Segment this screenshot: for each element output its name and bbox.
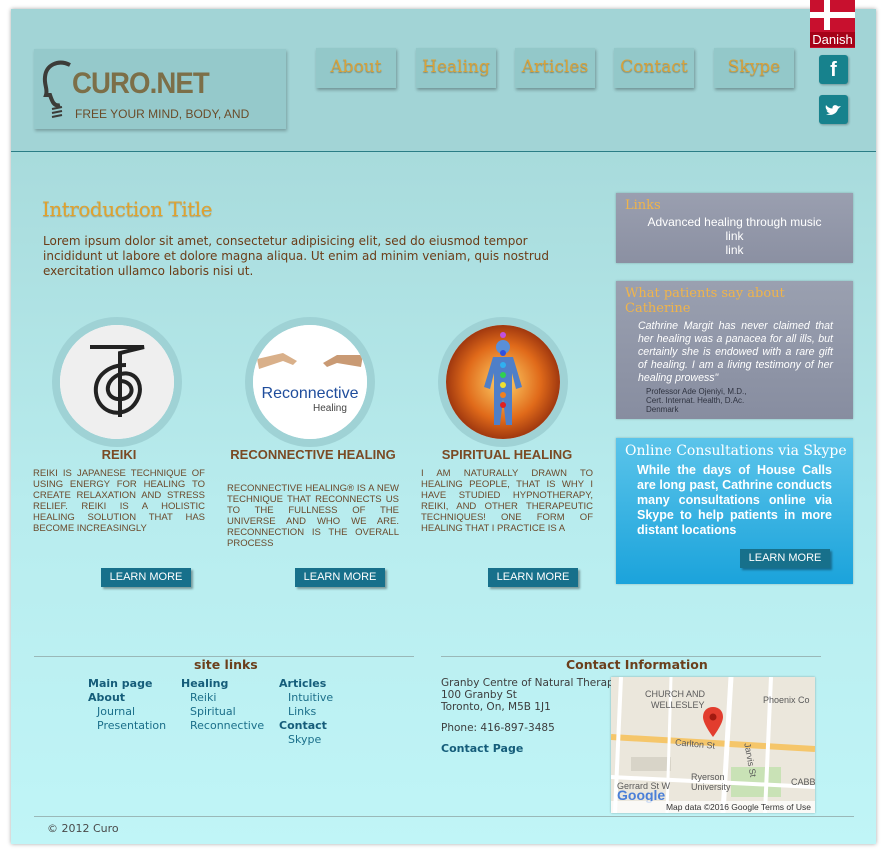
author-line: Cert. Internat. Health, D.Ac. [646,396,745,405]
header-divider [11,151,876,152]
logo-title: CURO.NET [72,67,210,100]
footer-link-intuitive[interactable]: Intuitive [288,691,333,704]
nav-articles[interactable]: Articles [515,48,595,88]
testimonial-panel: What patients say about Catherine Cathri… [616,281,853,419]
footer-link-reiki[interactable]: Reiki [190,691,216,704]
map-label: Ryerson [691,772,725,782]
facebook-glyph: f [830,59,837,81]
footer-link-reconnective[interactable]: Reconnective [190,719,264,732]
map-attribution-text[interactable]: Map data ©2016 Google Terms of Use [666,802,811,812]
location-map[interactable]: CHURCH AND WELLESLEY Phoenix Co Carlton … [611,677,815,813]
intro-title: Introduction Title [42,197,213,221]
reiki-learn-more-button[interactable]: LEARN MORE [101,568,191,587]
language-label[interactable]: Danish [810,32,855,47]
address-line: Granby Centre of Natural Therapy [441,677,620,689]
footer-link-contact[interactable]: Contact [279,719,327,732]
service-description: Reiki is Japanese technique of using ene… [33,468,205,534]
flag-cross-horizontal [810,12,855,18]
reconnective-learn-more-button[interactable]: LEARN MORE [295,568,385,587]
nav-about[interactable]: About [316,48,396,88]
logo-tagline: FREE YOUR MIND, BODY, AND [75,107,250,121]
link-item[interactable]: link [616,243,853,257]
reconnective-logo-subtext: Healing [313,403,347,414]
twitter-bird-icon [825,105,841,115]
service-image-ring [438,317,568,447]
spiritual-learn-more-button[interactable]: LEARN MORE [488,568,578,587]
map-attribution[interactable]: Map data ©2016 Google Terms of Use [611,801,815,813]
address-line: Toronto, On, M5B 1J1 [441,701,551,713]
testimonial-heading: What patients say about Catherine [625,286,785,316]
link-advanced-healing-music[interactable]: Advanced healing through music [616,215,853,229]
reiki-image [60,325,174,439]
links-panel: Links Advanced healing through music lin… [616,193,853,263]
footer-link-healing[interactable]: Healing [181,677,228,690]
footer-link-links[interactable]: Links [288,705,316,718]
footer-link-articles[interactable]: Articles [279,677,326,690]
footer-link-journal[interactable]: Journal [97,705,135,718]
copyright-divider [34,816,854,817]
page: Danish CURO.NET FREE YOUR MIND, BODY, AN… [11,0,876,844]
danish-flag-language-switch[interactable]: Danish [810,0,855,48]
testimonial-quote: Cathrine Margit has never claimed that h… [638,320,833,384]
spiritual-image [446,325,560,439]
contact-page-link[interactable]: Contact Page [441,742,523,755]
twitter-icon[interactable]: t [819,95,848,124]
author-line: Professor Ade Ojeniyi, M.D., [646,387,747,396]
skype-learn-more-button[interactable]: LEARN MORE [740,549,830,568]
service-description: I am naturally drawn to healing people, … [421,468,593,534]
skype-consultation-panel: Online Consultations via Skype While the… [616,438,853,584]
footer-link-skype[interactable]: Skype [288,733,321,746]
reiki-symbol-icon [60,325,174,439]
map-label: University [691,782,731,792]
site-logo[interactable]: CURO.NET FREE YOUR MIND, BODY, AND [34,49,286,129]
service-title: SPIRITUAL HEALING [441,447,573,462]
link-item[interactable]: link [616,229,853,243]
address-line: 100 Granby St [441,689,517,701]
facebook-icon[interactable]: f [819,55,848,84]
footer-link-about[interactable]: About [88,691,125,704]
skype-heading: Online Consultations via Skype [625,443,847,459]
reaching-hands-icon [253,325,367,439]
service-image-ring [52,317,182,447]
footer-link-spiritual[interactable]: Spiritual [190,705,236,718]
site-links-heading: site links [194,657,258,672]
map-label: CHURCH AND [645,689,706,699]
head-profile-icon [42,60,71,118]
footer-link-presentation[interactable]: Presentation [97,719,166,732]
service-image-ring: Reconnective Healing [245,317,375,447]
nav-healing[interactable]: Healing [416,48,496,88]
phone-number: Phone: 416-897-3485 [441,722,555,734]
map-label: Phoenix Co [763,695,810,705]
reconnective-logo-text: Reconnective [261,385,359,402]
footer-link-main-page[interactable]: Main page [88,677,152,690]
nav-skype[interactable]: Skype [714,48,794,88]
author-line: Denmark [646,405,679,414]
service-description: Reconnective Healing® is a new technique… [227,483,399,549]
map-label: WELLESLEY [651,700,705,710]
intro-text: Lorem ipsum dolor sit amet, consectetur … [43,234,550,278]
skype-text: While the days of House Calls are long p… [637,463,832,537]
map-label: CABB [791,777,815,787]
service-title: RECONNECTIVE HEALING [230,447,396,462]
reconnective-image: Reconnective Healing [253,325,367,439]
chakra-figure-icon [446,325,560,439]
service-title: REIKI [101,447,137,462]
copyright: © 2012 Curo [47,822,119,835]
links-heading: Links [625,198,661,213]
nav-contact[interactable]: Contact [614,48,694,88]
contact-info-heading: Contact Information [566,657,708,672]
testimonial-author: Professor Ade Ojeniyi, M.D., Cert. Inter… [616,385,853,414]
map-pin-icon [703,707,723,737]
